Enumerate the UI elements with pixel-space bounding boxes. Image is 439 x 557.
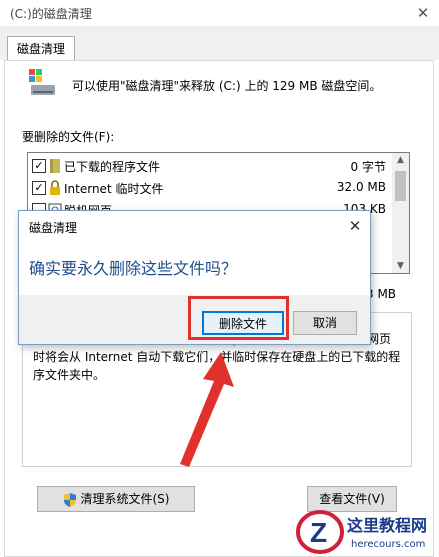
summary-text: 可以使用"磁盘清理"来释放 (C:) 上的 129 MB 磁盘空间。 (72, 79, 382, 93)
list-item[interactable]: ✓ Internet 临时文件 32.0 MB (28, 177, 394, 199)
svg-text:Z: Z (310, 517, 327, 548)
shield-icon (63, 492, 76, 507)
scroll-down-icon[interactable]: ▼ (392, 261, 409, 271)
cleanup-system-files-label: 清理系统文件(S) (80, 492, 170, 506)
scroll-thumb[interactable] (395, 171, 406, 201)
cleanup-system-files-button[interactable]: 清理系统文件(S) (37, 486, 195, 512)
file-size: 0 字节 (350, 160, 386, 174)
checkbox[interactable]: ✓ (32, 159, 46, 173)
lock-icon (50, 180, 60, 195)
scroll-up-icon[interactable]: ▲ (392, 155, 409, 165)
file-name: Internet 临时文件 (64, 182, 164, 196)
cancel-button[interactable]: 取消 (293, 311, 357, 335)
files-to-delete-label: 要删除的文件(F): (22, 130, 115, 144)
file-name: 已下载的程序文件 (64, 160, 161, 174)
confirm-titlebar: 磁盘清理 ✕ (19, 211, 370, 243)
highlight-box (188, 296, 289, 340)
close-icon[interactable]: ✕ (342, 213, 368, 239)
folder-icon (50, 159, 60, 173)
window-title: (C:)的磁盘清理 (10, 7, 92, 21)
watermark-site-url: herecours.com (351, 539, 426, 550)
list-item[interactable]: ✓ 已下载的程序文件 0 字节 (28, 155, 394, 177)
confirm-title: 磁盘清理 (29, 221, 78, 235)
confirm-body: 确实要永久删除这些文件吗？ (19, 243, 370, 295)
close-icon[interactable]: ✕ (410, 0, 436, 26)
file-size: 32.0 MB (336, 180, 386, 194)
disk-drive-icon (29, 69, 55, 95)
window-titlebar: (C:)的磁盘清理 ✕ (0, 0, 439, 26)
confirm-message: 确实要永久删除这些文件吗？ (29, 259, 238, 278)
list-scrollbar[interactable]: ▲ ▼ (392, 153, 409, 273)
checkbox[interactable]: ✓ (32, 181, 46, 195)
tab-disk-cleanup[interactable]: 磁盘清理 (7, 36, 75, 61)
watermark-site-name: 这里教程网 (347, 516, 428, 535)
